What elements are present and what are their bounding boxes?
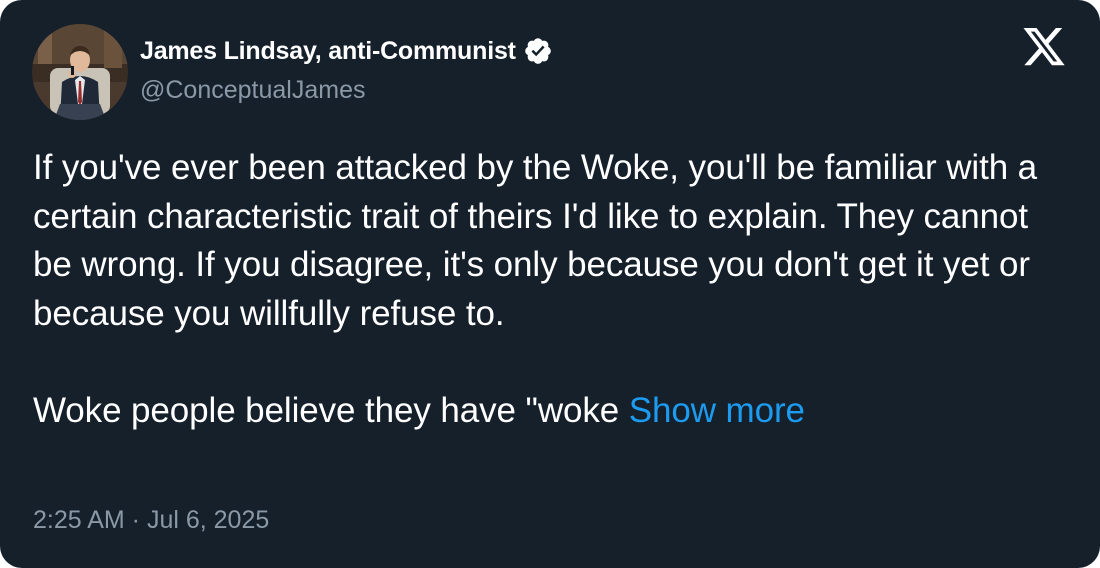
show-more-link[interactable]: Show more: [629, 391, 805, 430]
tweet-paragraph-2: Woke people believe they have "woke Show…: [33, 387, 1073, 436]
author-name-row: James Lindsay, anti-Communist: [140, 34, 553, 68]
tweet-timestamp[interactable]: 2:25 AM · Jul 6, 2025: [33, 506, 269, 535]
verified-badge-icon: [524, 38, 551, 64]
tweet-paragraph-1: If you've ever been attacked by the Woke…: [33, 148, 1038, 333]
tweet-card: James Lindsay, anti-Communist @Conceptua…: [0, 0, 1100, 568]
tweet-paragraph-2-text: Woke people believe they have "woke: [33, 390, 620, 430]
author-display-name[interactable]: James Lindsay, anti-Communist: [140, 37, 516, 66]
tweet-text: If you've ever been attacked by the Woke…: [33, 144, 1073, 435]
avatar-image: [32, 24, 128, 120]
avatar[interactable]: [32, 24, 128, 120]
author-handle[interactable]: @ConceptualJames: [140, 76, 366, 105]
x-logo-icon[interactable]: [1021, 28, 1067, 70]
